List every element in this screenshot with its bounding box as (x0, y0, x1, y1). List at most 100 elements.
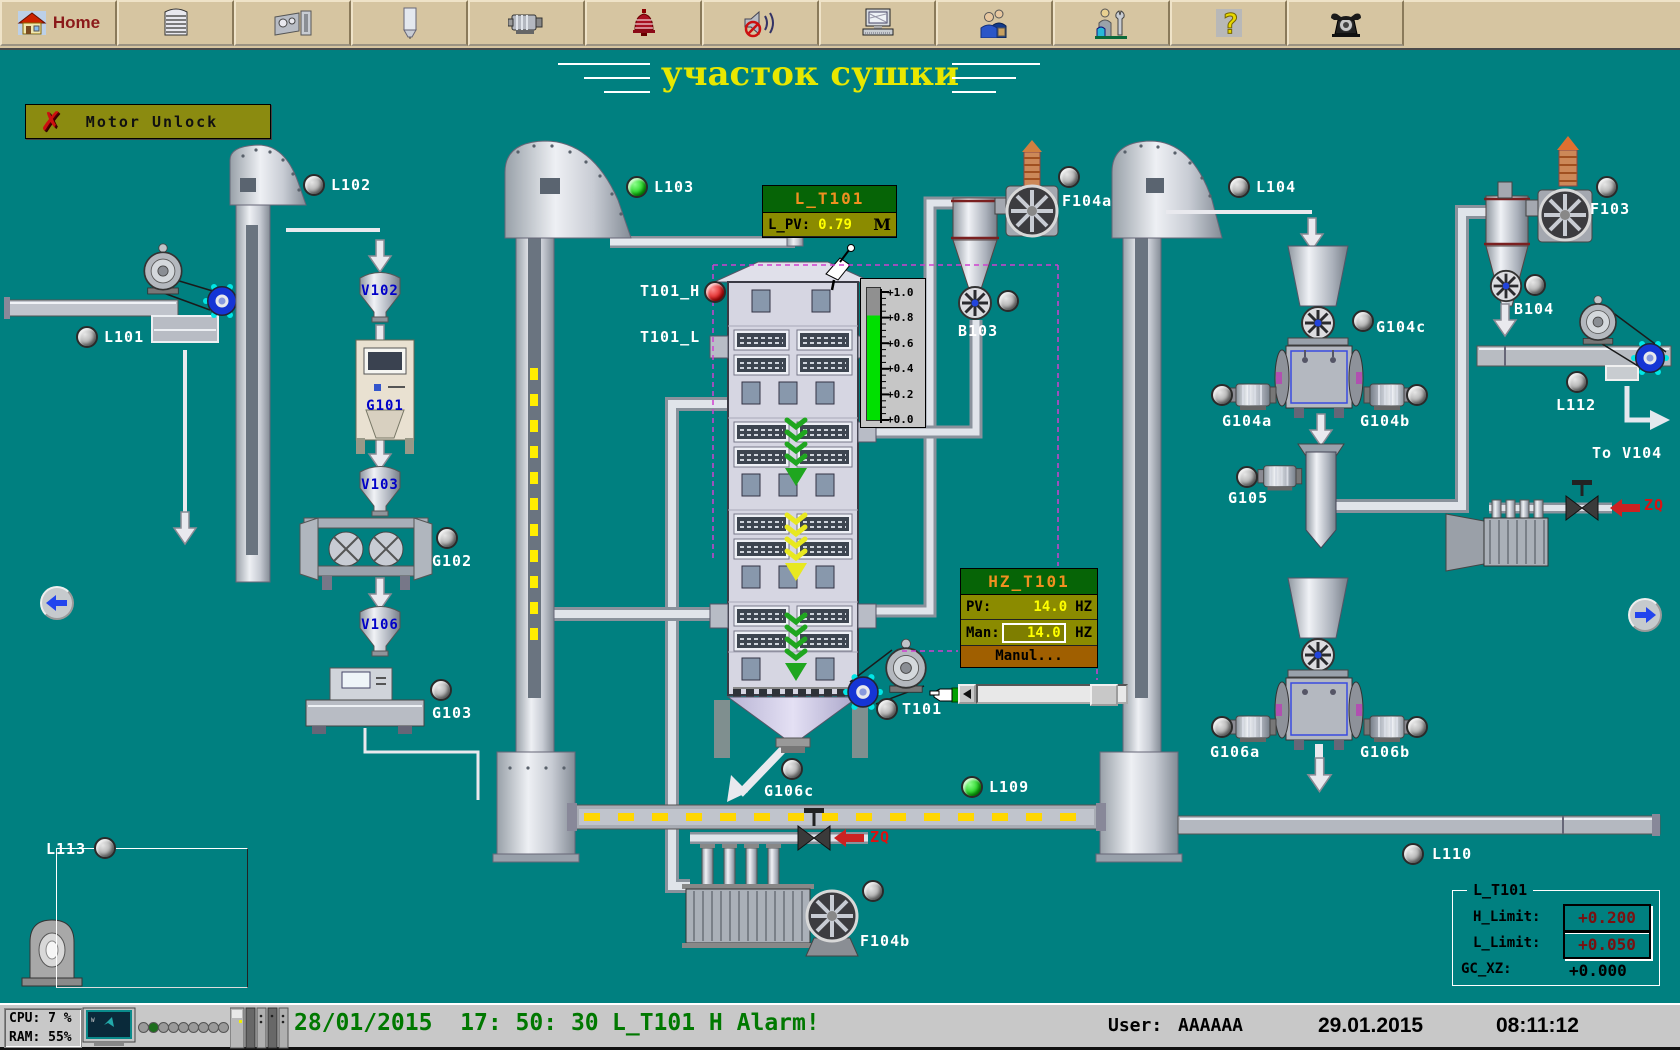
gc-xz-label: GC_XZ: (1461, 961, 1512, 977)
scale-tick-label: +0.8 (887, 311, 923, 324)
level-bar (866, 287, 881, 421)
system-load-box: CPU: 7 % RAM: 55% (4, 1008, 82, 1048)
label-zq-mid: ZQ (870, 828, 890, 846)
fan-f104b (806, 891, 858, 956)
hz-man-unit: HZ (1075, 625, 1092, 641)
left-arrow-icon (46, 595, 68, 611)
bucket-elevator-1 (230, 145, 306, 582)
cpu-usage: CPU: 7 % (5, 1009, 81, 1028)
hz-panel-title: HZ_T101 (961, 569, 1097, 595)
hz-pv-value: 14.0 (1033, 599, 1067, 615)
lt101-pv-label: L_PV (768, 217, 802, 233)
title-decor-line (604, 91, 650, 93)
label-l112: L112 (1556, 396, 1596, 414)
label-to-v104: To V104 (1592, 444, 1662, 462)
plc-rack-icon (230, 1006, 290, 1050)
prev-screen-button[interactable] (40, 586, 74, 620)
machine-g103 (306, 668, 424, 734)
limits-panel-title: L_T101 (1467, 881, 1533, 899)
label-t101: T101 (902, 700, 942, 718)
gc-xz-value: +0.000 (1569, 961, 1627, 980)
h-limit-value[interactable]: +0.200 (1563, 904, 1651, 932)
label-zq-right: ZQ (1644, 496, 1664, 514)
main-belt-conveyor (567, 803, 1106, 831)
scale-tick-label: +0.6 (887, 337, 923, 350)
indicator-g104b (1406, 384, 1428, 406)
indicator-l101 (76, 326, 98, 348)
next-screen-button[interactable] (1628, 598, 1662, 632)
title-decor-line (952, 77, 1016, 79)
l113-group-box (56, 848, 248, 988)
status-time: 08:11:12 (1496, 1014, 1579, 1038)
indicator-f104b (862, 880, 884, 902)
indicator-g103 (430, 679, 452, 701)
ram-usage: RAM: 55% (5, 1028, 81, 1047)
label-l104: L104 (1256, 178, 1296, 196)
indicator-t101-h (704, 281, 726, 303)
motor-unlock-button[interactable]: ✗ Motor Unlock (25, 104, 271, 139)
level-scale: +1.0 +0.8 +0.6 +0.4 +0.2 +0.0 (860, 278, 926, 428)
label-g104b: G104b (1360, 412, 1410, 430)
limits-panel: L_T101 H_Limit: +0.200 L_Limit: +0.050 G… (1452, 890, 1660, 986)
indicator-g106a (1211, 716, 1233, 738)
user-label: User: (1108, 1015, 1162, 1036)
l-limit-value[interactable]: +0.050 (1563, 931, 1651, 959)
label-l109: L109 (989, 778, 1029, 796)
motor-unlock-label: Motor Unlock (86, 113, 218, 131)
indicator-f104a (1058, 166, 1080, 188)
status-datetime: 28/01/2015 17: 50: 30 (294, 1010, 599, 1036)
label-b103: B103 (958, 322, 998, 340)
scale-ticks (880, 286, 890, 426)
hz-man-label: Man: (966, 625, 1000, 641)
label-v103: V103 (358, 477, 402, 493)
slider-left-button[interactable] (958, 684, 976, 704)
status-alarm-message: L_T101 H Alarm! (612, 1010, 820, 1036)
title-decor-line (952, 63, 1040, 65)
page-title: участок сушки (640, 54, 980, 94)
label-t101-l: T101_L (640, 328, 700, 346)
indicator-g106c (781, 758, 803, 780)
lt101-pv-unit: M (873, 215, 891, 234)
slider-thumb[interactable] (1090, 684, 1118, 706)
scada-screen: Home (0, 0, 1680, 1050)
indicator-g104a (1211, 384, 1233, 406)
label-g104c: G104c (1376, 318, 1426, 336)
lt101-pv-value: 0.79 (818, 217, 852, 233)
slider-track[interactable] (976, 684, 1128, 704)
indicator-l113 (94, 837, 116, 859)
right-bottom-conveyor (1178, 814, 1660, 836)
status-led (218, 1022, 229, 1033)
label-l101: L101 (104, 328, 144, 346)
indicator-t101 (876, 698, 898, 720)
indicator-b103 (997, 290, 1019, 312)
title-decor-line (558, 63, 650, 65)
label-v102: V102 (358, 283, 402, 299)
manual-mode-button[interactable]: Manul... (961, 646, 1097, 667)
scale-tick-label: +0.2 (887, 388, 923, 401)
hz-man-input[interactable] (1002, 623, 1066, 643)
label-g106a: G106a (1210, 743, 1260, 761)
left-triangle-icon (963, 689, 971, 699)
indicator-l104 (1228, 176, 1250, 198)
user-value: AAAAAA (1178, 1015, 1243, 1036)
label-l110: L110 (1432, 845, 1472, 863)
process-diagram (0, 0, 1680, 1050)
hz-pv-label: PV: (966, 599, 991, 615)
label-t101-h: T101_H (640, 282, 700, 300)
lt101-panel: L_T101 L_PV : 0.79 M (762, 185, 897, 238)
indicator-g106b (1406, 716, 1428, 738)
scale-tick-label: +0.0 (887, 413, 923, 426)
status-bar: CPU: 7 % RAM: 55% W (0, 1003, 1680, 1050)
svg-text:W: W (91, 1017, 95, 1024)
label-f103: F103 (1590, 200, 1630, 218)
hz-slider (958, 684, 1128, 704)
label-g105: G105 (1228, 489, 1268, 507)
status-date: 29.01.2015 (1318, 1014, 1423, 1038)
l-limit-label: L_Limit: (1473, 935, 1540, 951)
heat-exchanger-mid (682, 844, 814, 948)
indicator-g102 (436, 527, 458, 549)
indicator-f103 (1596, 176, 1618, 198)
label-g103: G103 (432, 704, 472, 722)
bucket-elevator-3 (1096, 141, 1222, 862)
indicator-g104c (1352, 310, 1374, 332)
